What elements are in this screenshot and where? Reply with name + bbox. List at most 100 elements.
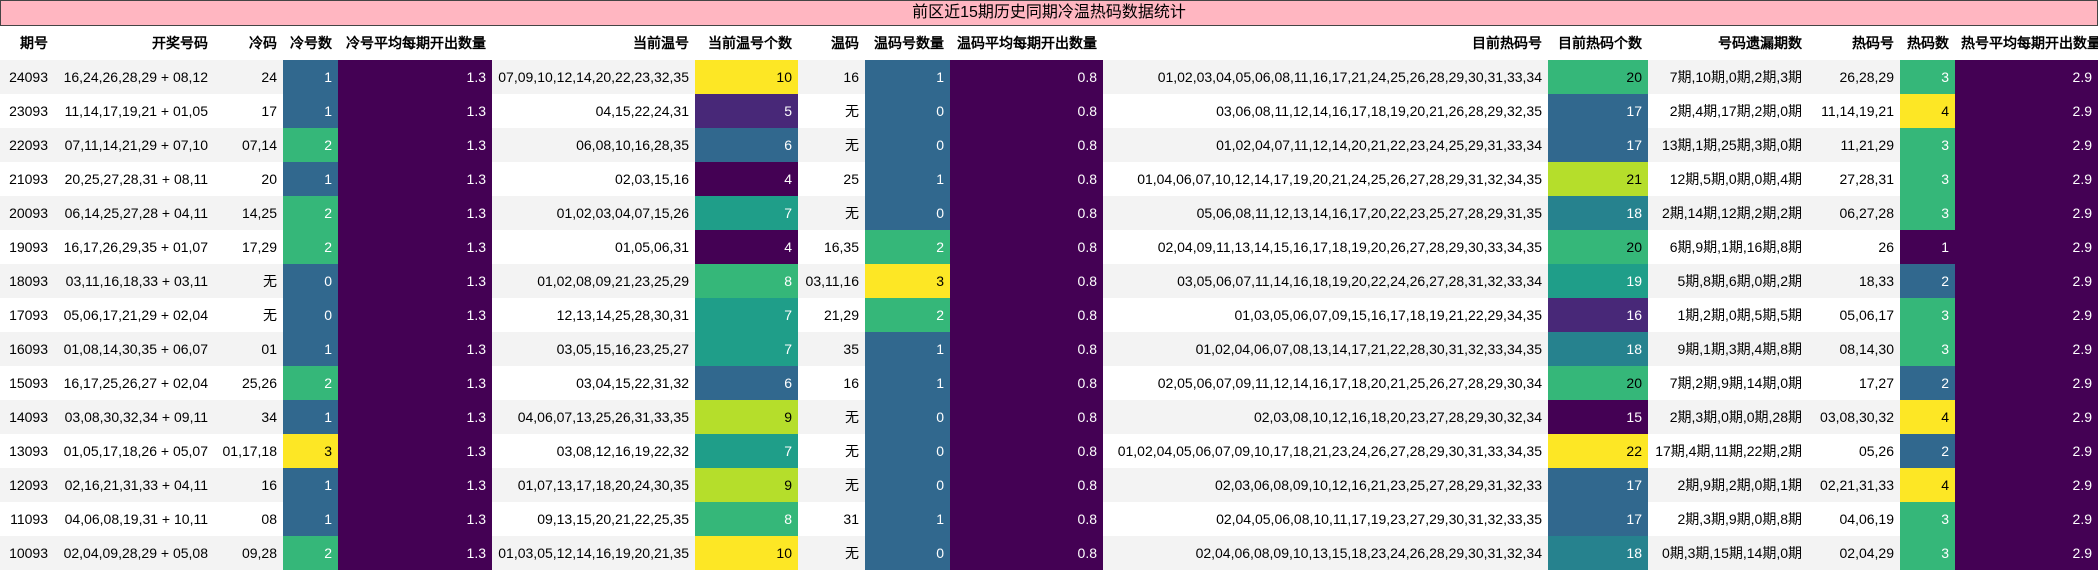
table-cell: 18,33 [1808,264,1900,298]
column-header: 号码遗漏期数 [1648,26,1808,60]
table-cell: 3 [1900,298,1955,332]
table-cell: 2 [1900,434,1955,468]
table-title: 前区近15期历史同期冷温热码数据统计 [0,0,2098,26]
column-header: 目前热码号 [1103,26,1548,60]
table-cell: 16 [1548,298,1648,332]
table-cell: 03,06,08,11,12,14,16,17,18,19,20,21,26,2… [1103,94,1548,128]
table-cell: 17 [1548,128,1648,162]
table-cell: 26,28,29 [1808,60,1900,94]
table-cell: 无 [798,468,865,502]
table-cell: 7期,2期,9期,14期,0期 [1648,366,1808,400]
table-cell: 01,02,03,04,07,15,26 [492,196,695,230]
table-cell: 09,28 [214,536,283,570]
column-header: 温码平均每期开出数量 [950,26,1103,60]
table-cell: 2.9 [1955,196,2098,230]
table-cell: 1 [283,94,338,128]
table-cell: 01,02,08,09,21,23,25,29 [492,264,695,298]
table-cell: 0.8 [950,434,1103,468]
table-cell: 0.8 [950,468,1103,502]
table-cell: 2.9 [1955,536,2098,570]
table-cell: 0.8 [950,60,1103,94]
table-cell: 24 [214,60,283,94]
table-cell: 12093 [0,468,54,502]
column-header: 冷号平均每期开出数量 [338,26,492,60]
table-cell: 02,04,05,06,08,10,11,17,19,23,27,29,30,3… [1103,502,1548,536]
table-cell: 07,11,14,21,29 + 07,10 [54,128,214,162]
column-header: 当前温号 [492,26,695,60]
table-cell: 1.3 [338,468,492,502]
table-cell: 1 [283,60,338,94]
table-cell: 3 [1900,196,1955,230]
table-cell: 4 [1900,468,1955,502]
table-cell: 19 [1548,264,1648,298]
table-cell: 9期,1期,3期,4期,8期 [1648,332,1808,366]
table-row: 24093 16,24,26,28,29 + 08,12 24 1 1.3 07,09,1… [0,60,2098,94]
column-header: 开奖号码 [54,26,214,60]
table-cell: 0.8 [950,162,1103,196]
spreadsheet-view: 前区近15期历史同期冷温热码数据统计 期号 开奖号码 冷码 冷号数 冷号平均每期开出数量… [0,0,2098,573]
table-cell: 1.3 [338,400,492,434]
column-header: 冷号数 [283,26,338,60]
table-cell: 2.9 [1955,366,2098,400]
table-cell: 11,14,17,19,21 + 01,05 [54,94,214,128]
table-cell: 2.9 [1955,468,2098,502]
table-cell: 3 [865,264,950,298]
table-cell: 03,11,16,18,33 + 03,11 [54,264,214,298]
table-cell: 1.3 [338,162,492,196]
table-cell: 16,17,25,26,27 + 02,04 [54,366,214,400]
table-cell: 13093 [0,434,54,468]
column-header: 热号平均每期开出数量 [1955,26,2098,60]
table-cell: 1 [283,400,338,434]
table-cell: 17期,4期,11期,22期,2期 [1648,434,1808,468]
table-cell: 18093 [0,264,54,298]
table-cell: 4 [1900,400,1955,434]
table-row: 12093 02,16,21,31,33 + 04,11 16 1 1.3 01,07,1… [0,468,2098,502]
table-cell: 1 [283,162,338,196]
column-header: 冷码 [214,26,283,60]
table-cell: 03,05,15,16,23,25,27 [492,332,695,366]
table-cell: 35 [798,332,865,366]
table-cell: 3 [1900,60,1955,94]
table-cell: 10 [695,60,798,94]
table-cell: 07,14 [214,128,283,162]
table-cell: 26 [1808,230,1900,264]
table-cell: 2期,9期,2期,0期,1期 [1648,468,1808,502]
table-body: 24093 16,24,26,28,29 + 08,12 24 1 1.3 07,09,1… [0,60,2098,570]
table-cell: 17 [1548,94,1648,128]
table-cell: 02,04,06,08,09,10,13,15,18,23,24,26,28,2… [1103,536,1548,570]
table-cell: 3 [1900,332,1955,366]
table-cell: 01,02,04,07,11,12,14,20,21,22,23,24,25,2… [1103,128,1548,162]
table-cell: 0.8 [950,196,1103,230]
table-row: 22093 07,11,14,21,29 + 07,10 07,14 2 1.3 06,0… [0,128,2098,162]
table-cell: 1 [865,332,950,366]
table-cell: 16,35 [798,230,865,264]
table-cell: 0.8 [950,264,1103,298]
table-row: 11093 04,06,08,19,31 + 10,11 08 1 1.3 09,13,1… [0,502,2098,536]
table-cell: 2 [865,230,950,264]
table-cell: 6期,9期,1期,16期,8期 [1648,230,1808,264]
table-cell: 1 [1900,230,1955,264]
table-cell: 7 [695,332,798,366]
table-cell: 0 [865,536,950,570]
table-cell: 1 [283,468,338,502]
table-cell: 03,08,30,32,34 + 09,11 [54,400,214,434]
table-cell: 0 [865,196,950,230]
table-cell: 09,13,15,20,21,22,25,35 [492,502,695,536]
stats-table: 期号 开奖号码 冷码 冷号数 冷号平均每期开出数量 当前温号 当前温号个数 温码 温码号数量 温码… [0,26,2098,570]
table-cell: 无 [798,400,865,434]
table-cell: 2期,4期,17期,2期,0期 [1648,94,1808,128]
table-cell: 05,26 [1808,434,1900,468]
table-row: 18093 03,11,16,18,33 + 03,11 无 0 1.3 01,02,08… [0,264,2098,298]
table-cell: 2.9 [1955,94,2098,128]
table-cell: 2 [283,196,338,230]
table-cell: 无 [798,94,865,128]
table-cell: 9 [695,400,798,434]
table-cell: 02,16,21,31,33 + 04,11 [54,468,214,502]
table-cell: 16 [798,366,865,400]
table-cell: 1期,2期,0期,5期,5期 [1648,298,1808,332]
table-cell: 1.3 [338,366,492,400]
table-cell: 04,15,22,24,31 [492,94,695,128]
table-cell: 11093 [0,502,54,536]
table-cell: 5期,8期,6期,0期,2期 [1648,264,1808,298]
table-cell: 无 [798,536,865,570]
